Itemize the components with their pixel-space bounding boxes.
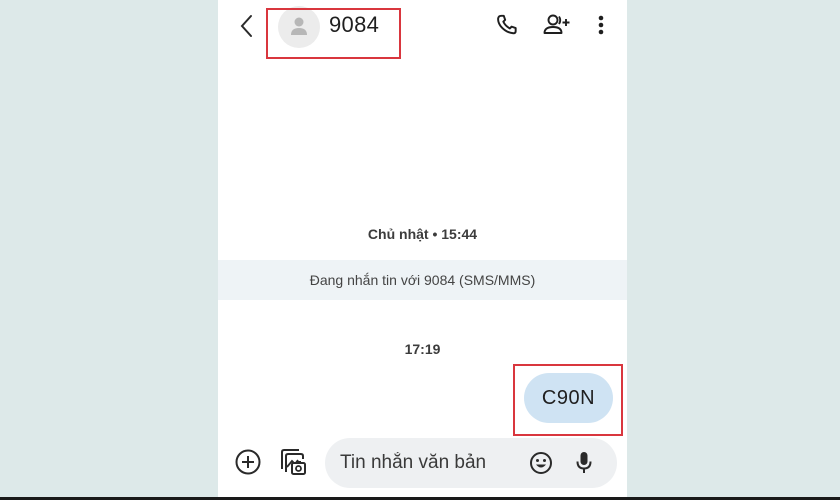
- messaging-screen: 9084 Chủ nhật • 15:44 Đang nhắn tin với …: [218, 0, 627, 497]
- chevron-left-icon: [240, 15, 252, 37]
- more-options-button[interactable]: [594, 12, 608, 38]
- add-contact-button[interactable]: [542, 12, 572, 38]
- emoji-icon: [530, 452, 552, 474]
- date-separator: Chủ nhật • 15:44: [367, 226, 478, 242]
- voice-input-button[interactable]: [575, 450, 593, 476]
- phone-icon: [497, 14, 517, 35]
- message-input-container[interactable]: [325, 438, 617, 488]
- microphone-icon: [576, 452, 592, 473]
- back-button[interactable]: [236, 12, 258, 40]
- top-app-bar: 9084: [218, 0, 627, 59]
- compose-bar: [218, 434, 627, 494]
- gallery-camera-icon: [281, 449, 306, 475]
- gallery-button[interactable]: [279, 447, 307, 477]
- more-vert-icon: [598, 15, 604, 35]
- emoji-button[interactable]: [529, 451, 553, 475]
- attach-button[interactable]: [234, 448, 262, 476]
- add-person-icon: [543, 14, 570, 34]
- add-circle-icon: [235, 449, 261, 475]
- call-button[interactable]: [494, 12, 520, 38]
- sms-info-banner: Đang nhắn tin với 9084 (SMS/MMS): [218, 260, 627, 300]
- annotation-highlight-contact: [266, 8, 401, 59]
- time-separator: 17:19: [404, 341, 441, 357]
- annotation-highlight-message: [513, 364, 623, 436]
- message-input[interactable]: [340, 438, 520, 488]
